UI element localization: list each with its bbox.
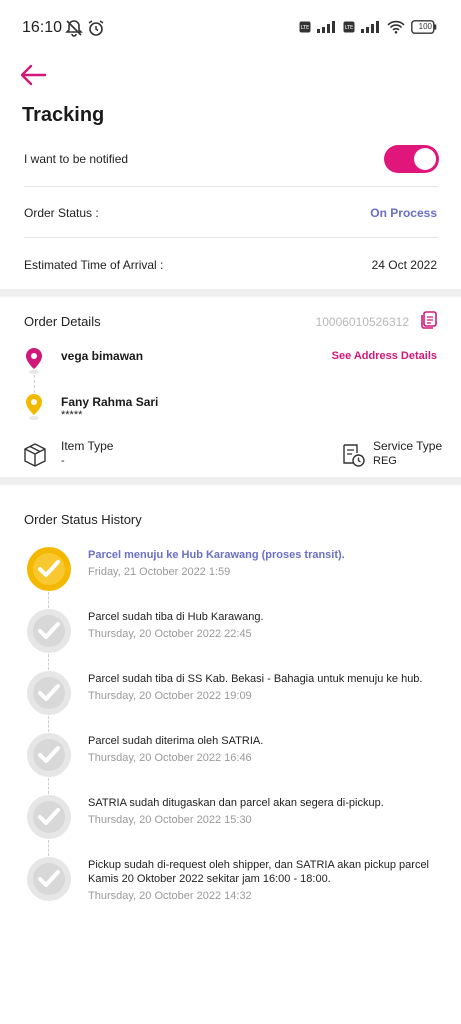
history-connector-line bbox=[48, 654, 49, 670]
status-bar: 16:10 LTE LTE 100 bbox=[0, 0, 461, 56]
copy-icon[interactable] bbox=[418, 310, 438, 330]
history-connector-line bbox=[48, 840, 49, 856]
history-date: Thursday, 20 October 2022 22:45 bbox=[88, 628, 252, 640]
history-check-icon bbox=[27, 857, 71, 901]
history-check-icon bbox=[27, 795, 71, 839]
order-status-value: On Process bbox=[370, 206, 437, 220]
history-date: Thursday, 20 October 2022 14:32 bbox=[88, 890, 252, 902]
signal-icon bbox=[317, 21, 335, 33]
history-check-icon bbox=[27, 671, 71, 715]
notify-label: I want to be notified bbox=[24, 152, 129, 166]
history-connector-line bbox=[48, 592, 49, 608]
history-text: SATRIA sudah ditugaskan dan parcel akan … bbox=[88, 797, 384, 809]
history-text: Parcel sudah tiba di Hub Karawang. bbox=[88, 611, 264, 623]
service-type-value: REG bbox=[373, 455, 397, 467]
alarm-icon bbox=[88, 20, 104, 36]
history-connector-line bbox=[48, 716, 49, 732]
history-item: Pickup sudah di-request oleh shipper, da… bbox=[24, 856, 444, 906]
history-check-icon bbox=[27, 609, 71, 653]
divider bbox=[24, 186, 438, 187]
volte-icon: LTE bbox=[343, 21, 355, 33]
history-check-icon bbox=[27, 733, 71, 777]
item-type-label: Item Type bbox=[61, 439, 114, 453]
history-date: Thursday, 20 October 2022 15:30 bbox=[88, 814, 252, 826]
history-active-check-icon bbox=[27, 547, 71, 591]
order-details-title: Order Details bbox=[24, 314, 101, 329]
route-line bbox=[34, 375, 35, 393]
sender-name: vega bimawan bbox=[61, 349, 144, 363]
history-date: Friday, 21 October 2022 1:59 bbox=[88, 566, 231, 578]
notify-toggle[interactable] bbox=[384, 145, 439, 173]
section-divider bbox=[0, 477, 461, 485]
sender-location-pin-icon bbox=[26, 348, 42, 374]
eta-value: 24 Oct 2022 bbox=[371, 258, 437, 272]
history-connector-line bbox=[48, 778, 49, 794]
page-title: Tracking bbox=[22, 104, 105, 126]
history-item: Parcel sudah tiba di SS Kab. Bekasi - Ba… bbox=[24, 670, 444, 720]
history-item: Parcel sudah diterima oleh SATRIA. Thursd… bbox=[24, 732, 444, 782]
service-clock-icon bbox=[343, 444, 365, 467]
volte-icon: LTE bbox=[299, 21, 311, 33]
back-arrow-icon[interactable] bbox=[18, 62, 48, 88]
svg-text:LTE: LTE bbox=[345, 25, 353, 31]
package-icon bbox=[24, 443, 46, 467]
status-time: 16:10 bbox=[22, 19, 63, 36]
history-text: Parcel sudah diterima oleh SATRIA. bbox=[88, 735, 264, 747]
history-item: Parcel menuju ke Hub Karawang (proses tr… bbox=[24, 546, 444, 596]
history-date: Thursday, 20 October 2022 19:09 bbox=[88, 690, 252, 702]
svg-text:LTE: LTE bbox=[301, 25, 309, 31]
section-divider bbox=[0, 289, 461, 297]
receiver-name: Fany Rahma Sari bbox=[61, 395, 159, 409]
receiver-location-pin-icon bbox=[26, 394, 42, 420]
history-text: Parcel sudah tiba di SS Kab. Bekasi - Ba… bbox=[88, 673, 423, 685]
history-text: Parcel menuju ke Hub Karawang (proses tr… bbox=[88, 549, 345, 561]
receiver-phone: ***** bbox=[61, 409, 83, 421]
bell-muted-icon bbox=[65, 20, 83, 37]
divider bbox=[24, 237, 438, 238]
history-date: Thursday, 20 October 2022 16:46 bbox=[88, 752, 252, 764]
history-text: Pickup sudah di-request oleh shipper, da… bbox=[88, 859, 429, 885]
history-item: SATRIA sudah ditugaskan dan parcel akan … bbox=[24, 794, 444, 844]
history-item: Parcel sudah tiba di Hub Karawang. Thursd… bbox=[24, 608, 444, 658]
wifi-icon bbox=[387, 20, 405, 34]
see-address-details-link[interactable]: See Address Details bbox=[332, 350, 437, 362]
status-indicators: LTE LTE bbox=[299, 20, 437, 34]
service-type-label: Service Type bbox=[373, 439, 443, 453]
item-type-value: - bbox=[61, 455, 65, 467]
signal-icon bbox=[361, 21, 379, 33]
battery-level: 100 bbox=[418, 22, 432, 31]
toggle-knob bbox=[414, 148, 436, 170]
history-title: Order Status History bbox=[24, 512, 142, 527]
order-number: 10006010526312 bbox=[315, 315, 409, 329]
